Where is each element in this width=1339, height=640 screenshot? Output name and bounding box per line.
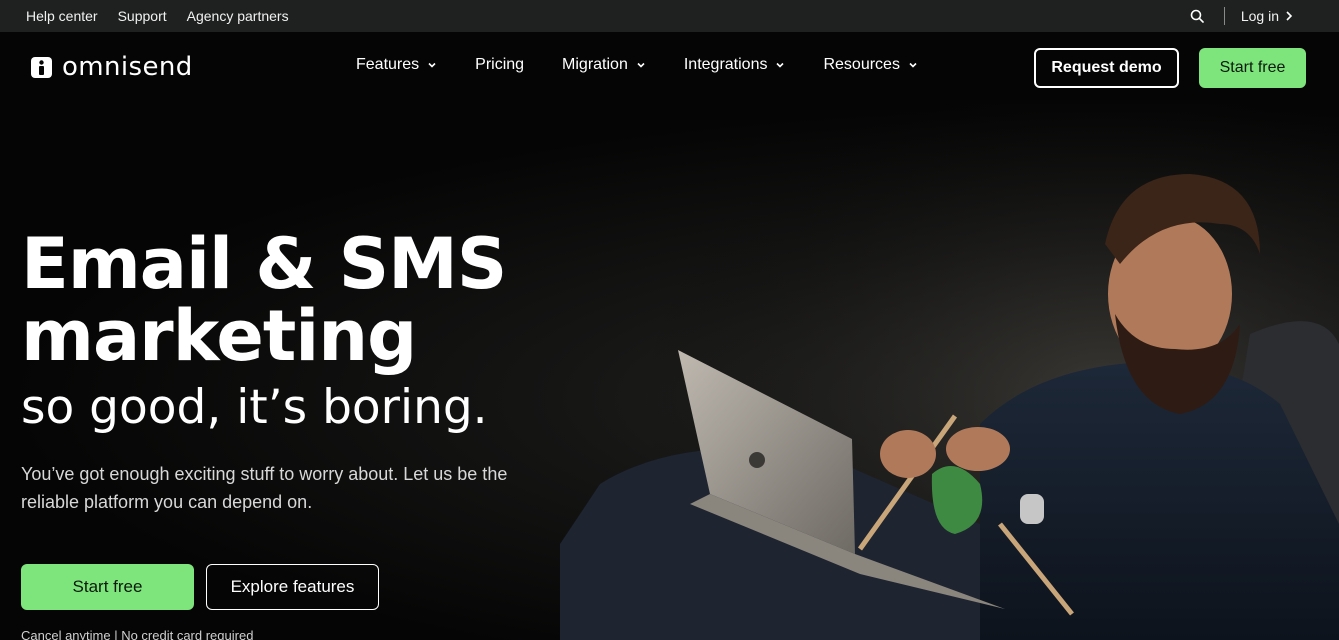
login-link[interactable]: Log in <box>1241 8 1293 24</box>
nav-menu: Features Pricing Migration Integrations … <box>356 56 918 74</box>
hero-headline: Email & SMS marketing <box>21 223 507 377</box>
nav-item-label: Resources <box>823 56 900 73</box>
agency-partners-link[interactable]: Agency partners <box>187 8 289 24</box>
logo-text: omnisend <box>62 52 193 82</box>
nav-item-migration[interactable]: Migration <box>562 56 646 74</box>
help-center-link[interactable]: Help center <box>26 8 98 24</box>
nav-item-resources[interactable]: Resources <box>823 56 917 74</box>
utility-right: Log in <box>1188 0 1293 32</box>
start-free-button[interactable]: Start free <box>21 564 194 610</box>
utility-bar: Help center Support Agency partners Log … <box>0 0 1339 32</box>
hero-section: Email & SMS marketing so good, it’s bori… <box>0 104 1339 640</box>
nav-item-label: Pricing <box>475 56 525 73</box>
chevron-down-icon <box>909 62 917 68</box>
utility-links: Help center Support Agency partners <box>26 8 289 24</box>
main-nav: omnisend Features Pricing Migration Inte… <box>0 32 1339 104</box>
start-free-nav-button[interactable]: Start free <box>1199 48 1306 88</box>
fineprint: Cancel anytime | No credit card required <box>21 628 254 640</box>
headline-line-1: Email & SMS <box>21 223 507 305</box>
nav-item-pricing[interactable]: Pricing <box>475 56 524 74</box>
support-link[interactable]: Support <box>118 8 167 24</box>
request-demo-button[interactable]: Request demo <box>1034 48 1179 88</box>
hero-photo <box>560 104 1339 640</box>
chevron-down-icon <box>776 62 785 68</box>
chevron-right-icon <box>1286 11 1293 21</box>
chevron-down-icon <box>637 62 645 68</box>
explore-features-button[interactable]: Explore features <box>206 564 379 610</box>
login-label: Log in <box>1240 8 1279 24</box>
search-icon[interactable] <box>1188 7 1206 25</box>
omnisend-logo-icon <box>31 56 52 78</box>
nav-item-features[interactable]: Features <box>356 56 437 74</box>
logo[interactable]: omnisend <box>31 52 193 82</box>
hero-lead-text: You’ve got enough exciting stuff to worr… <box>21 464 508 512</box>
hero-subheadline: so good, it’s boring. <box>21 380 488 435</box>
nav-item-label: Integrations <box>683 56 768 73</box>
nav-item-label: Migration <box>562 56 628 73</box>
chevron-down-icon <box>428 62 436 68</box>
headline-line-2: marketing <box>21 295 417 377</box>
nav-item-integrations[interactable]: Integrations <box>684 56 786 74</box>
nav-item-label: Features <box>356 56 420 73</box>
utility-divider <box>1223 7 1225 25</box>
